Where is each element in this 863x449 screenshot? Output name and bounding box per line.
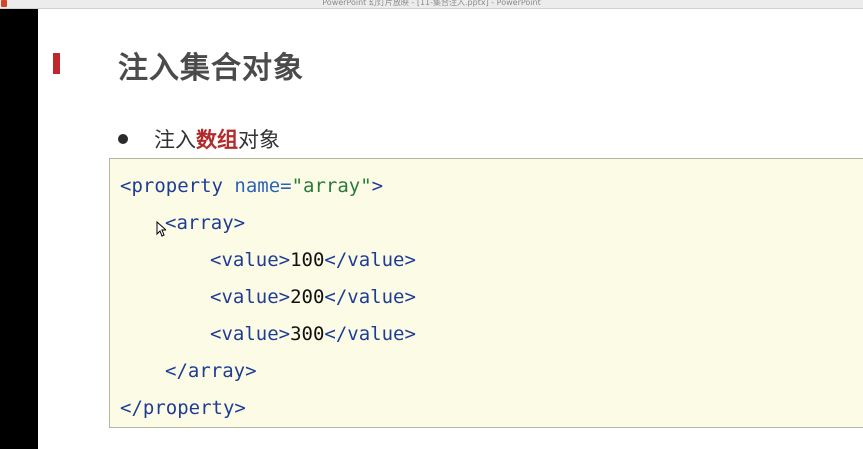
code-tag: <value> xyxy=(210,323,291,345)
bullet-item: 注入 数组 对象 xyxy=(118,125,280,153)
code-line-value-1: <value>100</value> xyxy=(210,247,416,273)
code-tag: <value> xyxy=(210,286,291,308)
code-tag: <array> xyxy=(165,212,246,234)
mouse-pointer-icon xyxy=(156,221,166,237)
code-line-property-open: <property name="array"> xyxy=(120,173,383,199)
code-tag: </value> xyxy=(324,323,416,345)
code-tag: </value> xyxy=(324,286,416,308)
code-tag: > xyxy=(371,175,384,197)
window-title: PowerPoint 幻灯片放映 - [11-集合注入.pptx] - Powe… xyxy=(322,0,541,7)
slide-title: 注入集合对象 xyxy=(118,51,304,86)
bullet-text-suffix: 对象 xyxy=(238,128,280,152)
bullet-dot-icon xyxy=(118,134,128,144)
title-accent-bar xyxy=(53,53,60,74)
code-tag: </value> xyxy=(324,249,416,271)
code-tag: </property> xyxy=(120,397,246,419)
window-titlebar: PowerPoint 幻灯片放映 - [11-集合注入.pptx] - Powe… xyxy=(0,0,863,9)
code-tag: <property xyxy=(120,175,223,197)
code-tag: </array> xyxy=(165,360,257,382)
code-text: 300 xyxy=(290,323,325,345)
code-block: <property name="array"> <array> <value>1… xyxy=(109,158,863,428)
code-line-array-open: <array> xyxy=(165,210,245,236)
bullet-text-prefix: 注入 xyxy=(154,128,196,152)
code-tag: <value> xyxy=(210,249,291,271)
bullet-text-emphasis: 数组 xyxy=(196,128,238,152)
code-line-array-close: </array> xyxy=(165,358,257,384)
code-line-value-3: <value>300</value> xyxy=(210,321,416,347)
code-text: 200 xyxy=(290,286,325,308)
code-line-value-2: <value>200</value> xyxy=(210,284,416,310)
code-attribute-value: "array" xyxy=(291,175,372,197)
left-black-pane xyxy=(0,9,38,449)
code-attribute: name= xyxy=(222,175,292,197)
code-line-property-close: </property> xyxy=(120,395,246,421)
code-text: 100 xyxy=(290,249,325,271)
